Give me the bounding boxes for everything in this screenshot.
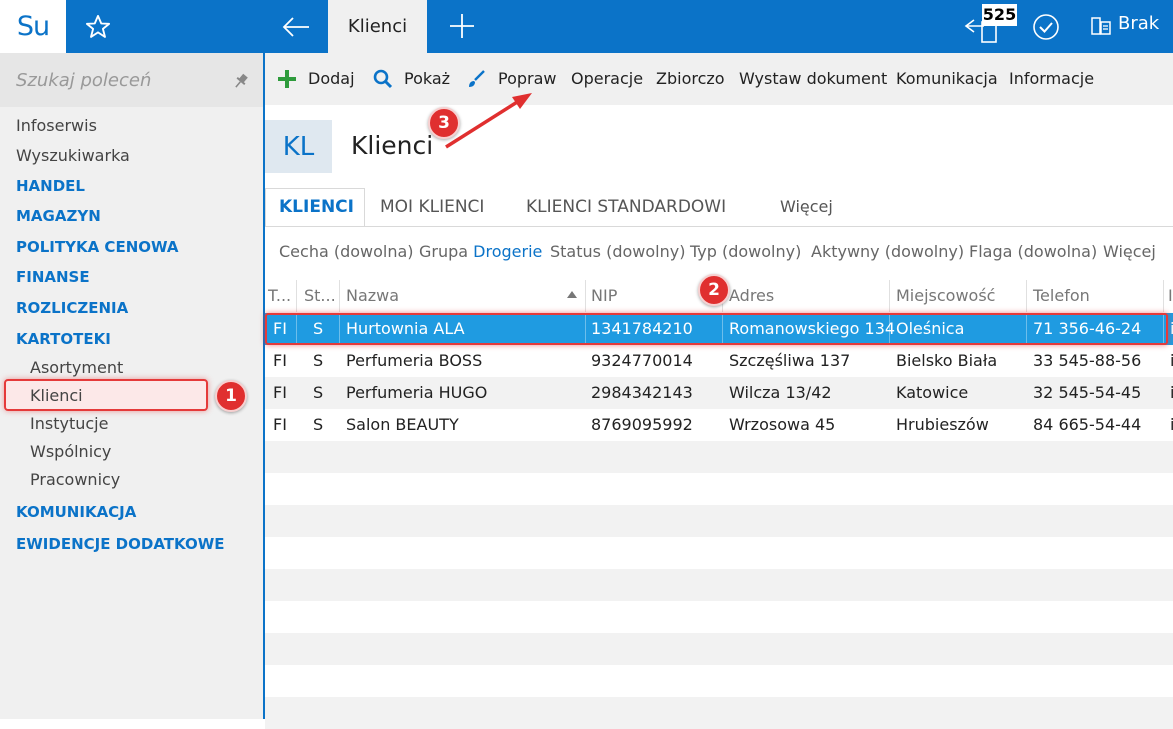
table-cell-address: Szczęśliwa 137: [729, 351, 851, 370]
column-separator: [1163, 280, 1164, 312]
page-title: Klienci: [351, 131, 434, 160]
add-plus-icon[interactable]: [277, 69, 297, 89]
sort-ascending-icon[interactable]: [566, 290, 578, 300]
bulk-button[interactable]: Zbiorczo: [656, 69, 725, 88]
filter-feature[interactable]: Cecha (dowolna): [279, 242, 414, 261]
table-cell-phone: 84 665-54-44: [1033, 415, 1142, 434]
table-cell-st: S: [313, 383, 324, 402]
empty-table-row: [265, 665, 1173, 697]
table-cell-st: S: [313, 351, 324, 370]
magnifier-icon[interactable]: [373, 69, 393, 89]
column-header-phone[interactable]: Telefon: [1033, 286, 1090, 305]
sidebar-item-ewidencje-dodatkowe[interactable]: EWIDENCJE DODATKOWE: [16, 535, 225, 553]
column-header-city[interactable]: Miejscowość: [896, 286, 995, 305]
table-cell-name: Salon BEAUTY: [346, 415, 459, 434]
module-abbreviation: KL: [265, 120, 332, 173]
pin-icon[interactable]: [232, 72, 250, 90]
empty-table-row: [265, 473, 1173, 505]
column-header-name[interactable]: Nazwa: [346, 286, 399, 305]
cash-register-icon[interactable]: [1090, 15, 1112, 37]
table-cell-name: Perfumeria HUGO: [346, 383, 488, 402]
filter-flag[interactable]: Flaga (dowolna): [969, 242, 1097, 261]
app-logo[interactable]: Su: [0, 0, 66, 53]
table-cell-city: Hrubieszów: [896, 415, 989, 434]
communication-button[interactable]: Komunikacja: [896, 69, 998, 88]
empty-table-row: [265, 441, 1173, 473]
sidebar-item-infoserwis[interactable]: Infoserwis: [16, 116, 97, 135]
column-header-status[interactable]: St...: [304, 286, 336, 305]
sidebar-item-klienci[interactable]: Klienci: [30, 386, 83, 405]
tab-klienci-standardowi[interactable]: KLIENCI STANDARDOWI: [526, 197, 726, 217]
column-header-nip[interactable]: NIP: [591, 286, 617, 305]
sidebar-item-rozliczenia[interactable]: ROZLICZENIA: [16, 299, 128, 317]
table-cell-name: Perfumeria BOSS: [346, 351, 483, 370]
sidebar-item-instytucje[interactable]: Instytucje: [30, 414, 108, 433]
sidebar-item-polityka-cenowa[interactable]: POLITYKA CENOWA: [16, 238, 178, 256]
tabs-underline: [265, 226, 1173, 227]
sidebar-item-asortyment[interactable]: Asortyment: [30, 358, 123, 377]
empty-table-row: [265, 537, 1173, 569]
column-separator: [889, 280, 890, 312]
information-button[interactable]: Informacje: [1009, 69, 1094, 88]
selected-row-highlight: [265, 313, 1168, 345]
table-cell-st: S: [313, 415, 324, 434]
tab-more[interactable]: Więcej: [780, 197, 833, 216]
tab-klienci-list[interactable]: KLIENCI: [279, 197, 354, 217]
sidebar-item-komunikacja[interactable]: KOMUNIKACJA: [16, 503, 136, 521]
table-cell-t: FI: [273, 351, 287, 370]
callout-badge-1: 1: [215, 380, 247, 412]
check-circle-icon[interactable]: [1031, 12, 1061, 42]
table-cell-phone: 33 545-88-56: [1033, 351, 1142, 370]
column-separator: [339, 280, 340, 312]
empty-table-row: [265, 569, 1173, 601]
operations-button[interactable]: Operacje: [571, 69, 643, 88]
sidebar-item-handel[interactable]: HANDEL: [16, 177, 85, 195]
sidebar-item-wspólnicy[interactable]: Wspólnicy: [30, 442, 111, 461]
issue-document-button[interactable]: Wystaw dokument: [739, 69, 887, 88]
sidebar-item-kartoteki[interactable]: KARTOTEKI: [16, 330, 111, 348]
filter-more[interactable]: Więcej: [1103, 242, 1156, 261]
table-cell-city: Bielsko Biała: [896, 351, 998, 370]
command-search-input[interactable]: Szukaj poleceń: [16, 70, 151, 91]
empty-table-row: [265, 505, 1173, 537]
empty-table-row: [265, 697, 1173, 729]
table-cell-address: Wilcza 13/42: [729, 383, 832, 402]
column-separator: [296, 280, 297, 312]
table-cell-t: FI: [273, 383, 287, 402]
tab-moi-klienci[interactable]: MOI KLIENCI: [380, 197, 484, 217]
filter-group-label: Grupa: [419, 242, 469, 261]
new-tab-plus-icon[interactable]: [447, 11, 477, 41]
status-label[interactable]: Brak: [1118, 13, 1159, 34]
favorites-star-icon[interactable]: [84, 13, 112, 41]
column-header-address[interactable]: Adres: [729, 286, 774, 305]
filter-type[interactable]: Typ (dowolny): [690, 242, 801, 261]
back-arrow-icon[interactable]: [281, 12, 311, 42]
table-cell-address: Wrzosowa 45: [729, 415, 836, 434]
tab-klienci[interactable]: Klienci: [328, 0, 427, 53]
notification-count-badge: 525: [982, 4, 1017, 26]
table-cell-nip: 8769095992: [591, 415, 693, 434]
sidebar-item-magazyn[interactable]: MAGAZYN: [16, 207, 101, 225]
callout-badge-3: 3: [428, 107, 460, 139]
column-separator: [1026, 280, 1027, 312]
column-header-extra[interactable]: I: [1168, 286, 1173, 305]
filter-group-value: Drogerie: [473, 242, 543, 261]
callout-badge-2: 2: [698, 274, 730, 306]
column-header-type[interactable]: T...: [268, 286, 291, 305]
sidebar-item-finanse[interactable]: FINANSE: [16, 268, 90, 286]
sidebar-item-wyszukiwarka[interactable]: Wyszukiwarka: [16, 146, 130, 165]
filter-group[interactable]: Grupa Drogerie: [419, 242, 542, 261]
empty-table-row: [265, 601, 1173, 633]
empty-table-row: [265, 633, 1173, 665]
add-button[interactable]: Dodaj: [308, 69, 355, 88]
filter-status[interactable]: Status (dowolny): [550, 242, 685, 261]
table-cell-t: FI: [273, 415, 287, 434]
filter-active[interactable]: Aktywny (dowolny): [811, 242, 964, 261]
table-cell-phone: 32 545-54-45: [1033, 383, 1142, 402]
table-cell-nip: 9324770014: [591, 351, 693, 370]
table-cell-city: Katowice: [896, 383, 969, 402]
column-separator: [585, 280, 586, 312]
table-cell-nip: 2984342143: [591, 383, 693, 402]
sidebar-item-pracownicy[interactable]: Pracownicy: [30, 470, 120, 489]
